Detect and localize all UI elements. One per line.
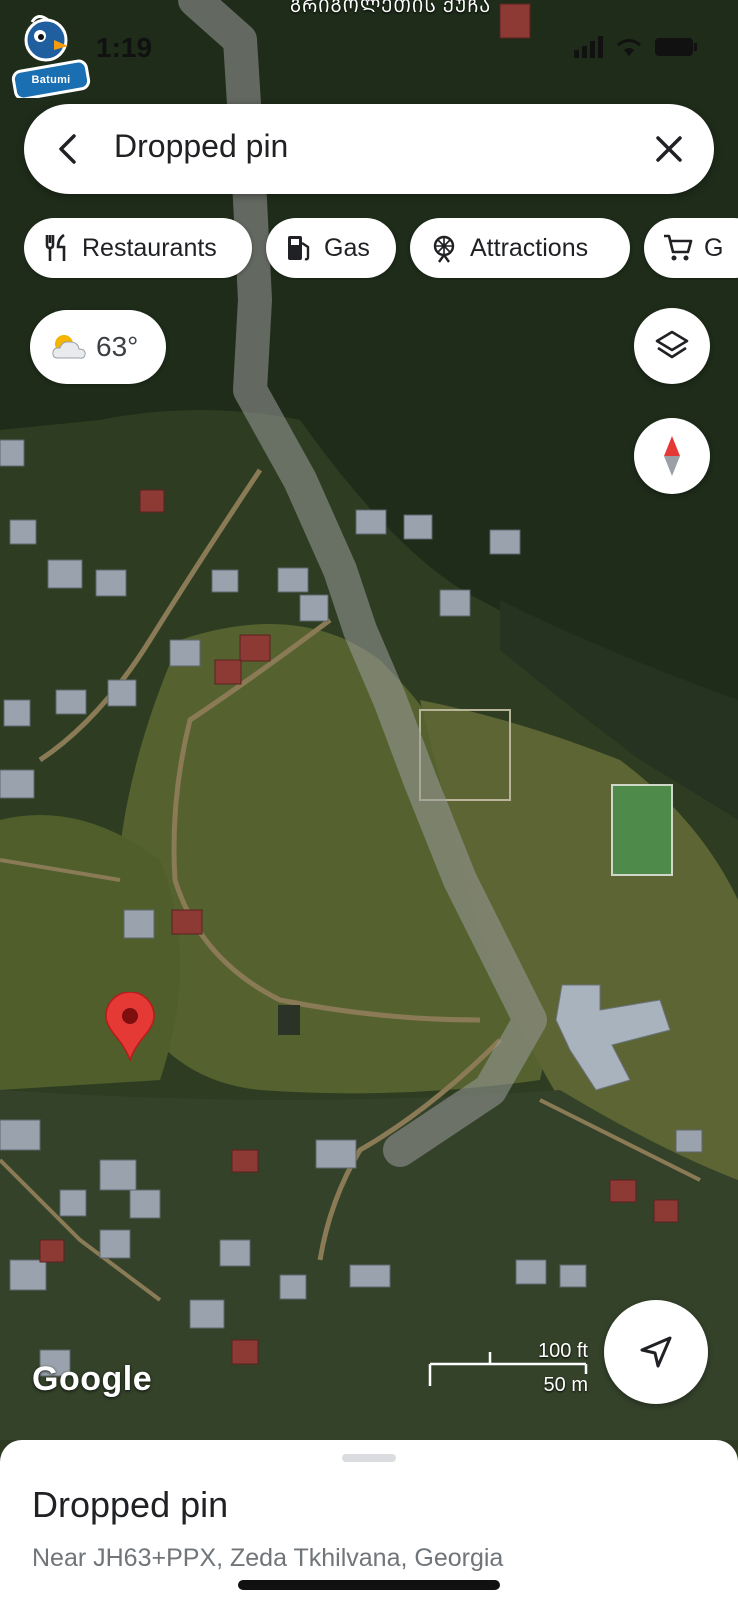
place-sheet[interactable]: Dropped pin Near JH63+PPX, Zeda Tkhilvan… — [0, 1440, 738, 1600]
dropped-pin-marker[interactable] — [104, 992, 156, 1062]
scale-imperial: 100 ft — [537, 1340, 588, 1362]
category-chips: Restaurants Gas Attractions G — [24, 218, 738, 280]
google-attribution: Google — [32, 1360, 153, 1398]
attractions-icon — [433, 235, 455, 263]
back-arrow-icon[interactable] — [52, 132, 86, 166]
watermark-text: Batumi — [31, 74, 71, 86]
partly-cloudy-icon — [52, 335, 86, 359]
status-bar: 1:19 — [90, 30, 698, 70]
status-time: 1:19 — [96, 32, 153, 63]
chip-label: Gas — [324, 233, 370, 262]
search-bar[interactable]: Dropped pin — [24, 104, 714, 194]
home-indicator[interactable] — [238, 1580, 500, 1590]
compass-icon — [664, 436, 680, 476]
restaurant-icon — [45, 233, 66, 261]
sheet-drag-handle[interactable] — [342, 1454, 396, 1462]
shopping-cart-icon — [664, 234, 693, 261]
map-scale: 100 ft 50 m — [428, 1330, 588, 1400]
layers-button[interactable] — [634, 308, 710, 384]
chip-shopping[interactable]: G — [644, 218, 738, 278]
gas-station-icon — [288, 236, 310, 261]
chip-attractions[interactable]: Attractions — [410, 218, 630, 278]
place-title: Dropped pin — [32, 1484, 229, 1525]
search-query[interactable]: Dropped pin — [114, 128, 288, 165]
chip-label: Attractions — [470, 233, 589, 262]
satellite-map[interactable] — [0, 0, 738, 1440]
weather-chip[interactable]: 63° — [30, 310, 166, 384]
battery-icon — [655, 38, 697, 56]
batumi-watermark-logo: Batumi — [10, 10, 92, 101]
layers-icon — [655, 330, 689, 359]
signal-icon — [574, 36, 603, 58]
my-location-button[interactable] — [604, 1300, 708, 1404]
chip-label: Restaurants — [82, 233, 217, 262]
scale-metric: 50 m — [543, 1374, 588, 1396]
chip-restaurants[interactable]: Restaurants — [24, 218, 252, 278]
weather-temperature: 63° — [96, 331, 139, 362]
chip-gas[interactable]: Gas — [266, 218, 396, 278]
compass-button[interactable] — [634, 418, 710, 494]
wifi-icon — [617, 39, 641, 56]
status-icons — [574, 36, 698, 58]
street-label: ᲒᲠᲘᲒᲝᲚᲔᲗᲘᲡ ᲥᲣᲩᲐ — [290, 0, 492, 16]
chip-label: G — [704, 233, 724, 262]
place-address: Near JH63+PPX, Zeda Tkhilvana, Georgia — [32, 1544, 504, 1572]
navigation-arrow-icon — [640, 1336, 672, 1368]
close-icon[interactable] — [652, 132, 686, 166]
